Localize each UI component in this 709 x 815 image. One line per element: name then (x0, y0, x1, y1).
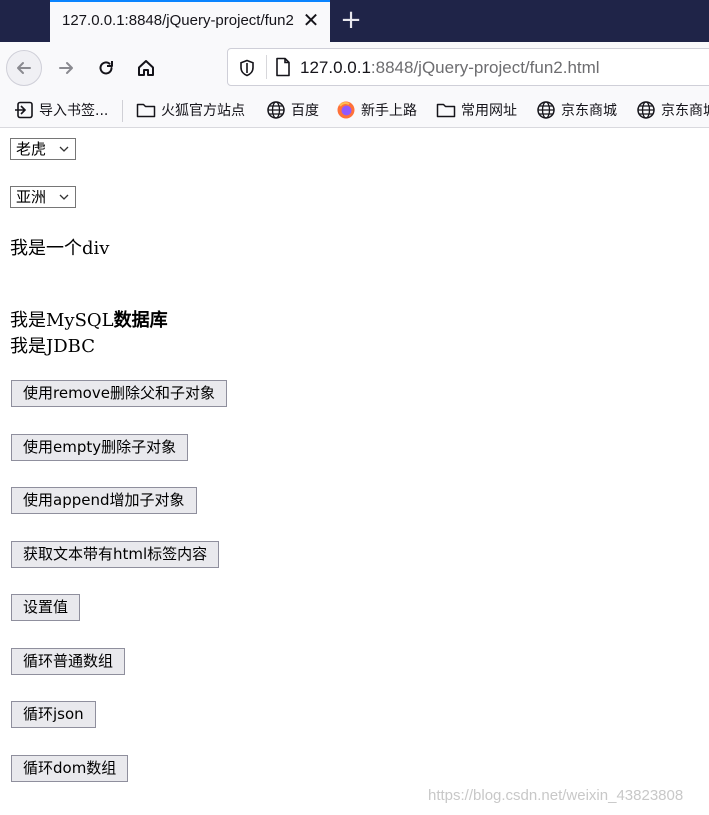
reload-icon (99, 61, 113, 75)
chevron-down-icon (59, 146, 69, 152)
bookmark-jd[interactable]: 京东商城 (536, 100, 617, 120)
globe-icon (637, 101, 655, 119)
animal-select[interactable]: 老虎 (10, 138, 76, 160)
mysql-prefix: 我是MySQL (10, 310, 114, 331)
globe-icon (267, 101, 285, 119)
home-icon (138, 60, 154, 76)
address-bar[interactable]: 127.0.0.1:8848/jQuery-project/fun2.html (227, 48, 709, 86)
chevron-down-icon (59, 194, 69, 200)
folder-icon (436, 103, 456, 118)
get-html-button[interactable]: 获取文本带有html标签内容 (11, 541, 220, 568)
reload-button[interactable] (88, 50, 124, 86)
bookmark-common-sites[interactable]: 常用网址 (436, 100, 517, 120)
bookmark-label: 导入书签... (39, 103, 109, 119)
import-icon (15, 101, 33, 119)
bookmark-getting-started[interactable]: 新手上路 (336, 100, 417, 120)
bookmarks-divider (122, 100, 123, 122)
close-tab-icon[interactable]: ✕ (300, 9, 322, 31)
arrow-left-icon (17, 62, 31, 74)
div-text: 我是一个div (10, 238, 110, 259)
bookmark-import[interactable]: 导入书签... (14, 100, 108, 120)
bookmark-baidu[interactable]: 百度 (266, 100, 319, 120)
bookmark-label: 京东商城 (661, 103, 709, 119)
region-select-value: 亚洲 (16, 188, 47, 206)
loop-json-button[interactable]: 循环json (11, 701, 96, 728)
remove-button[interactable]: 使用remove删除父和子对象 (11, 380, 227, 407)
bookmark-label: 新手上路 (361, 103, 417, 119)
mysql-bold: 数据库 (113, 310, 168, 331)
address-bar-divider (266, 55, 267, 79)
folder-icon (136, 103, 156, 118)
animal-select-value: 老虎 (16, 140, 47, 158)
home-button[interactable] (128, 50, 164, 86)
set-value-button[interactable]: 设置值 (11, 594, 81, 621)
bookmark-label: 百度 (291, 103, 319, 119)
bookmarks-toolbar: 导入书签... 火狐官方站点 百度 新手上路 常用网址 京东商城 京东商城 (0, 94, 709, 128)
navigation-toolbar: 127.0.0.1:8848/jQuery-project/fun2.html (0, 42, 709, 94)
tab-strip: 127.0.0.1:8848/jQuery-project/fun2.html … (0, 0, 709, 42)
page-content: 老虎 亚洲 我是一个div 我是MySQL数据库 我是JDBC 使用remove… (0, 128, 709, 815)
jdbc-text: 我是JDBC (10, 336, 95, 357)
url-host: 127.0.0.1 (300, 58, 371, 77)
empty-button[interactable]: 使用empty删除子对象 (11, 434, 189, 461)
new-tab-icon[interactable]: + (340, 7, 362, 33)
loop-array-button[interactable]: 循环普通数组 (11, 648, 126, 675)
back-button[interactable] (6, 50, 42, 86)
forward-button[interactable] (48, 50, 84, 86)
bookmark-label: 常用网址 (461, 103, 517, 119)
firefox-icon (337, 101, 355, 119)
url-path: :8848/jQuery-project/fun2.html (370, 58, 600, 77)
bookmark-jd-2[interactable]: 京东商城 (636, 100, 709, 120)
page-icon[interactable] (274, 57, 292, 81)
shield-icon[interactable] (238, 59, 256, 81)
browser-tab[interactable]: 127.0.0.1:8848/jQuery-project/fun2.html … (50, 0, 330, 42)
bookmark-label: 火狐官方站点 (161, 103, 245, 119)
url-text[interactable]: 127.0.0.1:8848/jQuery-project/fun2.html (300, 58, 600, 78)
arrow-right-icon (59, 62, 73, 74)
region-select[interactable]: 亚洲 (10, 186, 76, 208)
globe-icon (537, 101, 555, 119)
loop-dom-button[interactable]: 循环dom数组 (11, 755, 129, 782)
bookmark-firefox-sites[interactable]: 火狐官方站点 (136, 100, 245, 120)
mysql-text: 我是MySQL数据库 (10, 306, 168, 332)
tab-title: 127.0.0.1:8848/jQuery-project/fun2.html (62, 12, 294, 29)
append-button[interactable]: 使用append增加子对象 (11, 487, 197, 514)
bookmark-label: 京东商城 (561, 103, 617, 119)
watermark-text: https://blog.csdn.net/weixin_43823808 (428, 787, 684, 804)
